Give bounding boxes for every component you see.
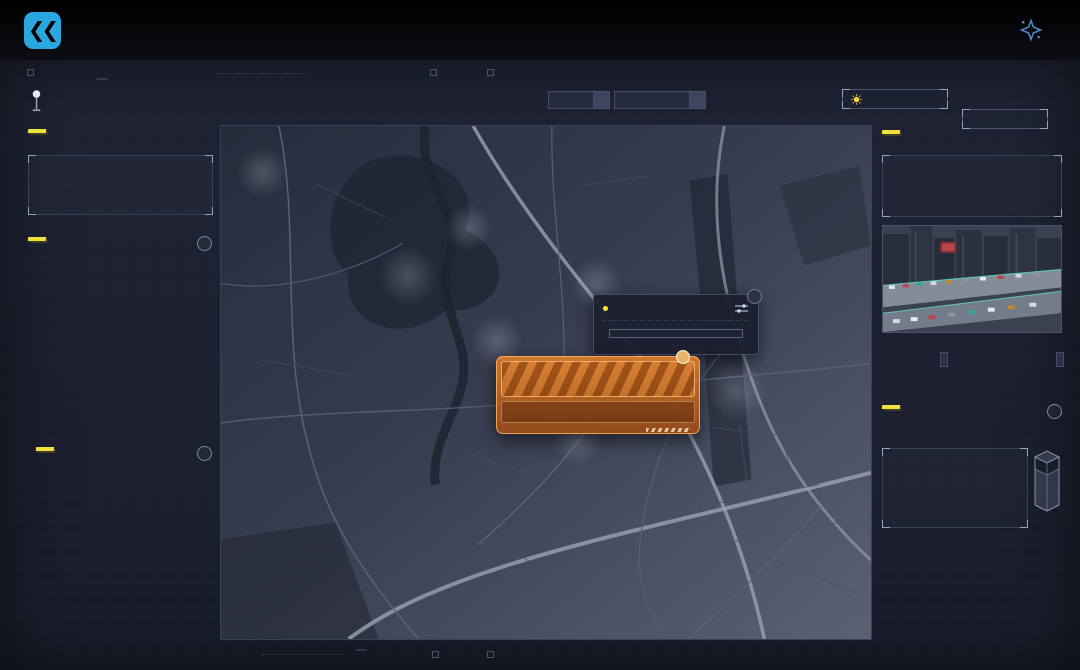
- week-panel-button[interactable]: [197, 446, 212, 461]
- map-panel: [220, 125, 872, 640]
- deco-line: [218, 73, 306, 74]
- logo-chevron-icon: ❮❮: [28, 18, 55, 43]
- status-dot: [603, 306, 608, 311]
- panel-title-environment: [882, 130, 901, 134]
- sun-icon: [851, 94, 862, 105]
- environment-tiles: [882, 155, 1062, 217]
- panel-title-current-data: [28, 129, 47, 133]
- camera-next-button[interactable]: [1056, 352, 1064, 367]
- brightness-bar[interactable]: [609, 329, 743, 338]
- deco-checkbox: [27, 69, 38, 76]
- weather-widget: [842, 89, 948, 109]
- deco-badge-lighting: [96, 78, 108, 80]
- panel-title-control: [28, 237, 47, 241]
- failure-title: [501, 361, 695, 397]
- deco-line: [262, 654, 344, 655]
- chevron-down-icon[interactable]: [689, 92, 705, 108]
- brand-banner: ❮❮: [0, 0, 1080, 60]
- radar-chart: [876, 542, 992, 646]
- date-widget: [962, 109, 1048, 129]
- contact-block: [91, 12, 127, 49]
- dashboard: [0, 60, 1080, 670]
- deco-checkbox: [432, 651, 443, 658]
- camera-prev-button[interactable]: [940, 352, 948, 367]
- workbook-chart-box: [882, 448, 1028, 528]
- screenshot-root: ❮❮: [0, 0, 1080, 670]
- workbook-stats: [882, 430, 1062, 442]
- panel-title-workbook: [882, 405, 901, 409]
- hazard-stripes: [646, 428, 690, 432]
- brand-logo: ❮❮: [24, 12, 71, 49]
- lanlan-logo-icon: ❮❮: [24, 12, 61, 49]
- region-select[interactable]: [614, 91, 706, 109]
- inspiration-collect: [1019, 18, 1052, 42]
- gauge-prism: [1033, 449, 1061, 513]
- chevron-down-icon[interactable]: [593, 92, 609, 108]
- star-icon: [1019, 18, 1043, 42]
- sliders-icon[interactable]: [734, 303, 749, 314]
- deco-checkbox: [487, 651, 498, 658]
- deco-checkbox: [487, 69, 498, 76]
- week-line-chart: [28, 472, 214, 540]
- system-failure-popup: [496, 356, 700, 434]
- close-icon[interactable]: [747, 289, 762, 304]
- camera-scene: [883, 226, 1061, 332]
- close-icon[interactable]: [676, 350, 690, 364]
- camera-feed[interactable]: [882, 225, 1062, 333]
- lamp-info-popup: [593, 294, 759, 355]
- current-data-tiles: [28, 155, 213, 215]
- workbook-more-button[interactable]: [1047, 404, 1062, 419]
- workbook-bar-chart: [883, 451, 1027, 513]
- panel-title-week: [36, 447, 55, 451]
- add-schedule-button[interactable]: [197, 236, 212, 251]
- deco-checkbox: [430, 69, 441, 76]
- area-select[interactable]: [548, 91, 610, 109]
- deco-badge-streetlight: [355, 649, 367, 651]
- streetlamp-icon: [29, 89, 44, 114]
